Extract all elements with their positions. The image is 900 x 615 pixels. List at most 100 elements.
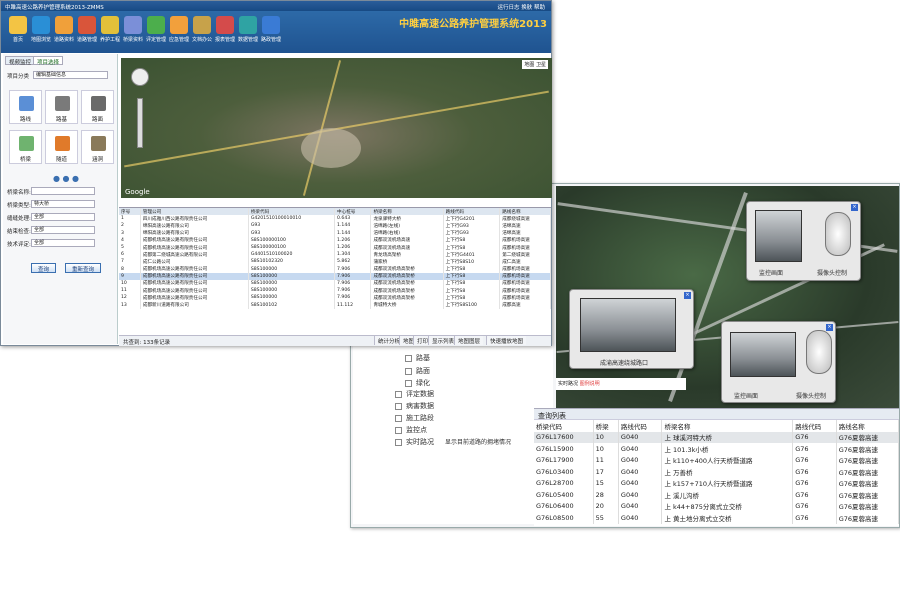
toolbar-btn-0[interactable]: 首页 bbox=[7, 14, 29, 50]
toolbar-btn-1[interactable]: 地图浏览 bbox=[30, 14, 52, 50]
table-row[interactable]: 8 成都机场高速公路有限责任公司 S8S100000 7.906 成都双流机场高架桥 上下… bbox=[119, 265, 551, 273]
layer-construction[interactable]: 施工路段 bbox=[395, 413, 434, 423]
table-row[interactable]: 6 成都第二绕城高速公路有限公司 G4401510100020 1.304 青龙场高架桥… bbox=[119, 251, 551, 259]
toolbar-icon bbox=[32, 16, 50, 34]
column-header[interactable]: 路线名称 bbox=[499, 208, 551, 216]
layer-traffic[interactable]: 实时路况 bbox=[395, 437, 434, 447]
column-header[interactable]: 路线代码 bbox=[792, 420, 837, 432]
table-row[interactable]: 2 绵阳高速公路有限公司 G93 1.144 涪绵路(左线) 上下行G93 涪绵高速 bbox=[119, 222, 551, 230]
list-row[interactable]: G76L15900 10 G040 上 101.3k小桥 G76 G76夏蓉高速 bbox=[534, 443, 900, 455]
project-select[interactable]: 编辑基础信息 bbox=[33, 71, 108, 79]
filter-input[interactable]: 全部 bbox=[31, 213, 95, 221]
show-list-button[interactable]: 显示列表 bbox=[428, 336, 458, 345]
toolbar-btn-3[interactable]: 道路管理 bbox=[76, 14, 98, 50]
toolbar-btn-11[interactable]: 路政管理 bbox=[260, 14, 282, 50]
column-header[interactable]: 路线名称 bbox=[836, 420, 900, 432]
table-row[interactable]: 3 绵阳高速公路有限公司 G93 1.144 涪绵路(右线) 上下行G93 涪绵高速 bbox=[119, 229, 551, 237]
close-icon[interactable]: × bbox=[851, 204, 858, 211]
list-row[interactable]: G76L05400 28 G040 上 溪儿沟桥 G76 G76夏蓉高速 bbox=[534, 489, 900, 501]
toolbar-btn-8[interactable]: 文档办公 bbox=[191, 14, 213, 50]
column-header[interactable]: 桥梁代码 bbox=[248, 208, 336, 216]
table-row[interactable]: 1 四川成雅川西公路有限责任公司 G4201510100010010 0.643 龙泉驿… bbox=[119, 215, 551, 223]
table-row[interactable]: 4 成都机场高速公路有限责任公司 S8S100000100 1.206 成都双流机场高速… bbox=[119, 236, 551, 244]
pager-dots[interactable]: ● ● ● bbox=[53, 174, 79, 183]
table-row[interactable]: 11 成都机场高速公路有限责任公司 S8S100000 7.906 成都双流机场高架桥上… bbox=[119, 287, 551, 295]
camera-video[interactable] bbox=[755, 210, 802, 262]
filter-input[interactable]: 全部 bbox=[31, 226, 95, 234]
close-icon[interactable]: × bbox=[684, 292, 691, 299]
toolbar-btn-5[interactable]: 桥梁资料 bbox=[122, 14, 144, 50]
column-header[interactable]: 桥梁名称 bbox=[370, 208, 444, 216]
toolbar-btn-7[interactable]: 应急管理 bbox=[168, 14, 190, 50]
table-cell: 上下行G93 bbox=[443, 229, 501, 237]
toolbar-btn-10[interactable]: 数据管理 bbox=[237, 14, 259, 50]
toolbar-btn-4[interactable]: 养护工程 bbox=[99, 14, 121, 50]
toolbar-btn-9[interactable]: 报表管理 bbox=[214, 14, 236, 50]
filter-input[interactable]: 特大桥 bbox=[31, 200, 95, 208]
close-icon[interactable]: × bbox=[826, 324, 833, 331]
checkbox-icon[interactable] bbox=[405, 367, 412, 375]
checkbox-icon[interactable] bbox=[395, 438, 402, 446]
layer-monitor[interactable]: 监控点 bbox=[395, 425, 427, 435]
layer-disease[interactable]: 病害数据 bbox=[395, 401, 434, 411]
category-4[interactable]: 隧道 bbox=[45, 130, 78, 164]
layer-rating[interactable]: 评定数据 bbox=[395, 389, 434, 399]
layer-pavement[interactable]: 路面 bbox=[405, 366, 430, 376]
checkbox-icon[interactable] bbox=[395, 414, 402, 422]
pan-control-icon[interactable] bbox=[131, 68, 149, 86]
satellite-map[interactable]: 监控画面 摄像头控制 × 成渝高速绕城路口 × 监控画面 摄像头控制 × 实时路… bbox=[556, 186, 899, 408]
zoom-slider[interactable] bbox=[137, 98, 143, 148]
column-header[interactable]: 中心桩号 bbox=[334, 208, 372, 216]
column-header[interactable]: 管理公司 bbox=[140, 208, 249, 216]
city-map[interactable]: 地图 卫星 Google bbox=[121, 58, 552, 198]
map-layer-button[interactable]: 地图图层 bbox=[454, 336, 484, 345]
checkbox-icon[interactable] bbox=[395, 426, 402, 434]
tab-project[interactable]: 项目选择 bbox=[33, 56, 64, 66]
checkbox-icon[interactable] bbox=[395, 402, 402, 410]
quick-play-button[interactable]: 快速播放地图 bbox=[486, 336, 527, 345]
checkbox-icon[interactable] bbox=[405, 379, 412, 387]
filter-input[interactable]: 全部 bbox=[31, 239, 95, 247]
map-type-toggle[interactable]: 地图 卫星 bbox=[522, 60, 548, 69]
category-3[interactable]: 桥梁 bbox=[9, 130, 42, 164]
list-row[interactable]: G76L03400 17 G040 上 万善桥 G76 G76夏蓉高速 bbox=[534, 466, 900, 478]
column-header[interactable]: 桥梁名称 bbox=[661, 420, 794, 432]
list-row[interactable]: G76L08500 55 G040 上 黄土地分离式立交桥 G76 G76夏蓉高速 bbox=[534, 512, 900, 524]
table-row[interactable]: 12 成都机场高速公路有限责任公司 S8S100000 7.906 成都双流机场高架桥上… bbox=[119, 294, 551, 302]
tab-video[interactable]: 视频监控 bbox=[5, 56, 36, 66]
map-type-satellite[interactable]: 卫星 bbox=[536, 62, 546, 68]
table-row[interactable]: 9 成都机场高速公路有限责任公司 S8S100000 7.906 成都双流机场高架桥 上下… bbox=[119, 272, 551, 280]
column-header[interactable]: 路线代码 bbox=[618, 420, 663, 432]
category-5[interactable]: 涵洞 bbox=[81, 130, 114, 164]
camera-video[interactable] bbox=[730, 332, 796, 377]
toolbar-btn-6[interactable]: 评定管理 bbox=[145, 14, 167, 50]
column-header[interactable]: 路线代码 bbox=[443, 208, 501, 216]
toolbar-btn-2[interactable]: 道路资料 bbox=[53, 14, 75, 50]
checkbox-icon[interactable] bbox=[405, 354, 412, 362]
category-2[interactable]: 路面 bbox=[81, 90, 114, 124]
column-header[interactable]: 桥梁代码 bbox=[534, 420, 594, 432]
ptz-control[interactable] bbox=[806, 330, 832, 374]
filter-input[interactable] bbox=[31, 187, 95, 195]
reset-button[interactable]: 重新查询 bbox=[65, 263, 102, 273]
layer-greening[interactable]: 绿化 bbox=[405, 378, 430, 388]
table-row[interactable]: 7 成仁公路公司 S8S10102320 5.862 蒲家桥 上下行S8S10 成仁高速 bbox=[119, 258, 551, 266]
checkbox-icon[interactable] bbox=[395, 390, 402, 398]
list-row[interactable]: G76L06400 20 G040 上 k44+875分离式立交桥 G76 G76夏蓉高速 bbox=[534, 500, 900, 512]
category-1[interactable]: 路基 bbox=[45, 90, 78, 124]
list-row[interactable]: G76L28700 15 G040 上 k157+710人行天桥暨道路 G76 G76夏蓉… bbox=[534, 477, 900, 489]
column-header[interactable]: 序号 bbox=[119, 208, 141, 216]
layer-subgrade[interactable]: 路基 bbox=[405, 353, 430, 363]
table-row[interactable]: 13 成都新川道路有限公司 S8S100102 11.112 青城特大桥 上下行S8S10… bbox=[119, 301, 551, 309]
table-row[interactable]: 5 成都机场高速公路有限责任公司 S8S100000100 1.206 成都双流机场高速… bbox=[119, 243, 551, 252]
camera-video[interactable] bbox=[580, 298, 676, 352]
map-type-map[interactable]: 地图 bbox=[524, 62, 534, 68]
table-row[interactable]: 10 成都机场高速公路有限责任公司 S8S100000 7.906 成都双流机场高架桥上… bbox=[119, 279, 551, 288]
table-cell: 5 bbox=[119, 243, 141, 252]
column-header[interactable]: 桥梁 bbox=[593, 420, 619, 432]
list-row[interactable]: G76L17900 11 G040 上 k110+400人行天桥暨道路 G76 G76夏蓉… bbox=[534, 454, 900, 466]
list-row[interactable]: G76L17600 10 G040 上 球溪河特大桥 G76 G76夏蓉高速 bbox=[534, 431, 900, 443]
category-0[interactable]: 路线 bbox=[9, 90, 42, 124]
ptz-control[interactable] bbox=[825, 212, 851, 256]
query-button[interactable]: 查询 bbox=[31, 263, 57, 273]
